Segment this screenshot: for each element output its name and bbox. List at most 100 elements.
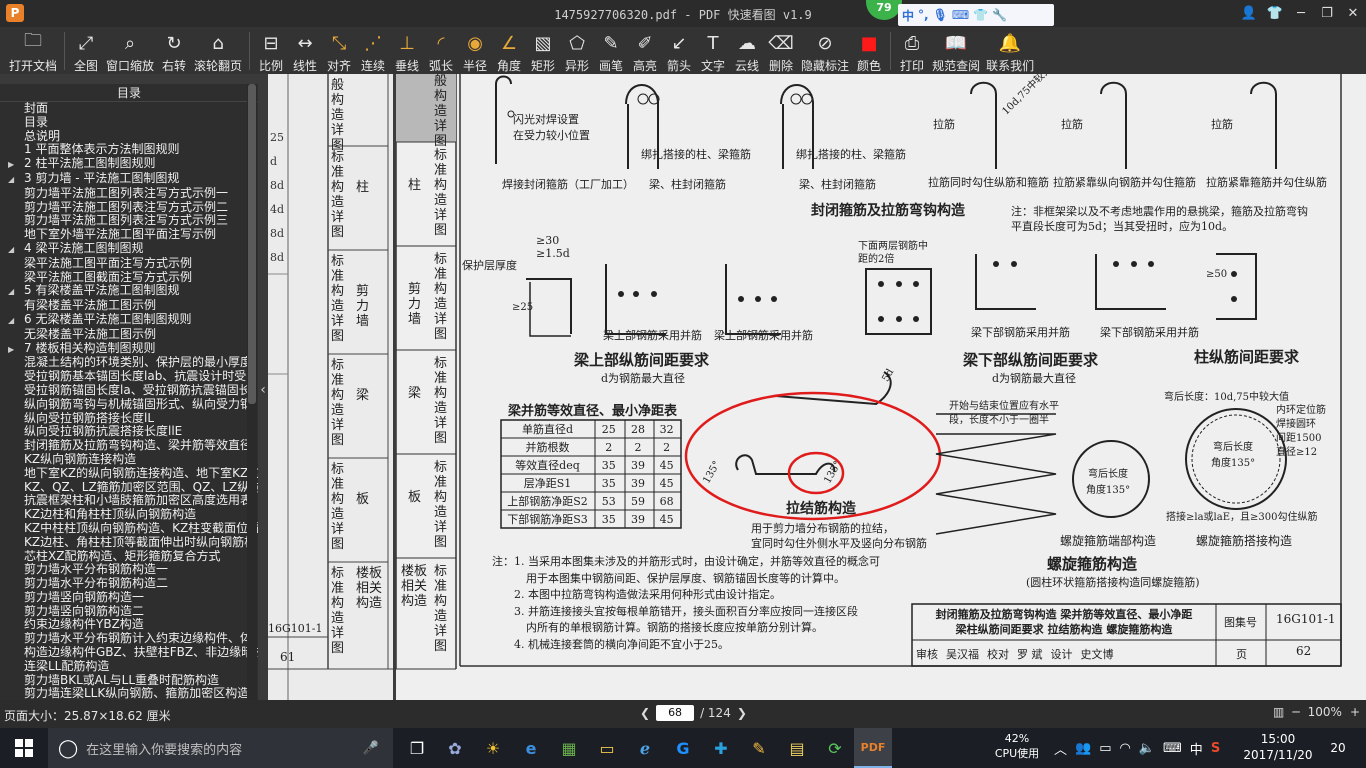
toc-item[interactable]: KZ边柱和角柱柱顶纵向钢筋构造 bbox=[0, 508, 258, 522]
toc-item[interactable]: 地下室外墙平法施工图平面注写示例 bbox=[0, 228, 258, 242]
wifi-icon[interactable]: ◠ bbox=[1120, 741, 1131, 756]
volume-icon[interactable]: 🔈 bbox=[1139, 741, 1155, 756]
toc-item[interactable]: ▶ 7 楼板相关构造制图规则 bbox=[0, 342, 258, 357]
toc-item[interactable]: 约束边缘构件YBZ构造 bbox=[0, 618, 258, 632]
tray-expand-icon[interactable]: ︿ bbox=[1054, 739, 1067, 758]
toolbar-hide-eye-button[interactable]: ⊘ 隐藏标注 bbox=[798, 27, 852, 74]
collapse-sidebar-icon[interactable]: ‹ bbox=[258, 370, 268, 410]
toc-item[interactable]: 纵向钢筋弯钩与机械锚固形式、纵向受力钢 bbox=[0, 398, 258, 412]
microphone-icon[interactable]: 🎤 bbox=[363, 741, 379, 756]
collapse-arrow-icon[interactable]: ◢ bbox=[8, 314, 24, 328]
network-app-icon[interactable]: ✚ bbox=[702, 728, 740, 768]
toc-item[interactable]: 梁平法施工图平面注写方式示例 bbox=[0, 257, 258, 271]
toolbar-rectangle-button[interactable]: ▧ 矩形 bbox=[526, 27, 560, 74]
toolbar-highlighter-button[interactable]: ✐ 高亮 bbox=[628, 27, 662, 74]
toc-item[interactable]: 无梁楼盖平法施工图示例 bbox=[0, 328, 258, 342]
toc-scrollbar[interactable] bbox=[247, 84, 257, 700]
pinwheel-app-icon[interactable]: ✿ bbox=[436, 728, 474, 768]
toc-scrollbar-thumb[interactable] bbox=[248, 84, 256, 404]
toc-item[interactable]: 芯柱XZ配筋构造、矩形箍筋复合方式 bbox=[0, 550, 258, 564]
toolbar-printer-button[interactable]: ⎙ 打印 bbox=[895, 27, 929, 74]
maximize-button[interactable]: ❐ bbox=[1314, 0, 1340, 27]
toc-item[interactable]: KZ、QZ、LZ箍筋加密区范围、QZ、LZ纵向钢 bbox=[0, 481, 258, 495]
ime-microphone-icon[interactable]: 🎙 bbox=[933, 8, 948, 22]
toc-item[interactable]: 1 平面整体表示方法制图规则 bbox=[0, 143, 258, 157]
toc-item[interactable]: 剪力墙平法施工图列表注写方式示例二 bbox=[0, 201, 258, 215]
toc-item[interactable]: ◢ 4 梁平法施工图制图规 bbox=[0, 242, 258, 257]
toolbar-angle-button[interactable]: ∠ 角度 bbox=[492, 27, 526, 74]
toc-item[interactable]: 纵向受拉钢筋抗震搭接长度llE bbox=[0, 425, 258, 439]
minimize-button[interactable]: ─ bbox=[1288, 0, 1314, 27]
start-button[interactable] bbox=[0, 728, 48, 768]
toc-item[interactable]: KZ边柱、角柱柱顶等截面伸出时纵向钢筋构 bbox=[0, 536, 258, 550]
toc-item[interactable]: 剪力墙竖向钢筋构造二 bbox=[0, 605, 258, 619]
toolbar-fit-all-button[interactable]: ⤢ 全图 bbox=[69, 27, 103, 74]
toc-item[interactable]: 混凝土结构的环境类别、保护层的最小厚度 bbox=[0, 356, 258, 370]
toolbar-book-button[interactable]: 📖 规范查阅 bbox=[929, 27, 983, 74]
g-app-icon[interactable]: G bbox=[664, 728, 702, 768]
sogou-icon[interactable]: S bbox=[1211, 741, 1220, 756]
document-view[interactable]: 25 d 8d 4d 8d 8d 般构造详图 标准构造详图 标准构造详图 标准构造详图… bbox=[268, 74, 1366, 700]
ie-browser-icon[interactable]: ℯ bbox=[626, 728, 664, 768]
page-number-input[interactable]: 68 bbox=[656, 705, 695, 721]
toc-item[interactable]: KZ纵向钢筋连接构造 bbox=[0, 453, 258, 467]
toolbar-eraser-button[interactable]: ⌫ 删除 bbox=[764, 27, 798, 74]
toolbar-contact-button[interactable]: 🔔 联系我们 bbox=[983, 27, 1037, 74]
collapse-arrow-icon[interactable]: ◢ bbox=[8, 243, 24, 257]
toolbar-aligned-measure-button[interactable]: ⤡ 对齐 bbox=[322, 27, 356, 74]
toolbar-arrow-button[interactable]: ↙ 箭头 bbox=[662, 27, 696, 74]
next-page-button[interactable]: ❯ bbox=[737, 706, 747, 720]
notes-app-icon[interactable]: ✎ bbox=[740, 728, 778, 768]
toolbar-folder-button[interactable]: 🗀 打开文档 bbox=[6, 27, 60, 74]
keyboard-icon[interactable]: ⌨ bbox=[1163, 741, 1182, 756]
toc-item[interactable]: 剪力墙竖向钢筋构造一 bbox=[0, 591, 258, 605]
toolbar-cloud-button[interactable]: ☁ 云线 bbox=[730, 27, 764, 74]
toc-item[interactable]: 地下室KZ的纵向钢筋连接构造、地下室KZ的 bbox=[0, 467, 258, 481]
toc-item[interactable]: ◢ 3 剪力墙 - 平法施工图制图规 bbox=[0, 172, 258, 187]
people-icon[interactable]: 👥 bbox=[1075, 741, 1091, 756]
toc-item[interactable]: 纵向受拉钢筋搭接长度lL bbox=[0, 412, 258, 426]
edge-browser-icon[interactable]: e bbox=[512, 728, 550, 768]
weather-app-icon[interactable]: ☀ bbox=[474, 728, 512, 768]
zoom-out-button[interactable]: ─ bbox=[1292, 705, 1299, 719]
refresh-app-icon[interactable]: ⟳ bbox=[816, 728, 854, 768]
toolbar-perpendicular-button[interactable]: ⊥ 垂线 bbox=[390, 27, 424, 74]
toc-item[interactable]: 剪力墙平法施工图列表注写方式示例一 bbox=[0, 187, 258, 201]
toc-item[interactable]: 抗震框架柱和小墙肢箍筋加密区高度选用表 bbox=[0, 494, 258, 508]
ime-punctuation-icon[interactable]: °, bbox=[918, 8, 929, 22]
store-icon[interactable]: ▦ bbox=[550, 728, 588, 768]
toolbar-radius-button[interactable]: ◉ 半径 bbox=[458, 27, 492, 74]
toolbar-mouse-wheel-button[interactable]: ⌂ 滚轮翻页 bbox=[191, 27, 245, 74]
toolbar-rotate-right-button[interactable]: ↻ 右转 bbox=[157, 27, 191, 74]
toc-item[interactable]: 构造边缘构件GBZ、扶壁柱FBZ、非边缘暗柱 bbox=[0, 646, 258, 660]
clock[interactable]: 15:00 2017/11/20 bbox=[1238, 731, 1318, 763]
toc-item[interactable]: 剪力墙水平分布钢筋构造二 bbox=[0, 577, 258, 591]
toolbar-scale-button[interactable]: ⊟ 比例 bbox=[254, 27, 288, 74]
toc-item[interactable]: 总说明 bbox=[0, 130, 258, 144]
prev-page-button[interactable]: ❮ bbox=[640, 706, 650, 720]
toc-item[interactable]: 封闭箍筋及拉筋弯钩构造、梁并筋等效直径 bbox=[0, 439, 258, 453]
toc-item[interactable]: ◢ 5 有梁楼盖平法施工图制图规 bbox=[0, 284, 258, 299]
zoom-in-button[interactable]: + bbox=[1350, 705, 1360, 719]
toc-item[interactable]: 梁平法施工图截面注写方式示例 bbox=[0, 271, 258, 285]
toc-item[interactable]: 剪力墙BKL或AL与LL重叠时配筋构造 bbox=[0, 674, 258, 688]
user-icon[interactable]: 👤 bbox=[1236, 0, 1262, 27]
toc-item[interactable]: KZ中柱柱顶纵向钢筋构造、KZ柱变截面位置 bbox=[0, 522, 258, 536]
toc-item[interactable]: 剪力墙水平分布钢筋构造一 bbox=[0, 563, 258, 577]
battery-icon[interactable]: ▭ bbox=[1099, 741, 1111, 756]
toc-item[interactable]: 连梁LL配筋构造 bbox=[0, 660, 258, 674]
ime-toolbar[interactable]: 中 °, 🎙 ⌨ 👕 🔧 bbox=[898, 4, 1054, 26]
toolbar-pen-button[interactable]: ✎ 画笔 bbox=[594, 27, 628, 74]
expand-arrow-icon[interactable]: ▶ bbox=[8, 158, 24, 172]
toc-item[interactable]: 受拉钢筋基本锚固长度lab、抗震设计时受 bbox=[0, 370, 258, 384]
toc-item[interactable]: ▶ 2 柱平法施工图制图规则 bbox=[0, 157, 258, 172]
notification-center-icon[interactable]: 20 bbox=[1324, 734, 1352, 762]
toolbar-arc-length-button[interactable]: ◜ 弧长 bbox=[424, 27, 458, 74]
toc-item[interactable]: 目录 bbox=[0, 116, 258, 130]
toc-item[interactable]: 剪力墙平法施工图列表注写方式示例三 bbox=[0, 214, 258, 228]
ime-keyboard-icon[interactable]: ⌨ bbox=[952, 8, 969, 22]
pdf-viewer-task-icon[interactable]: PDF bbox=[854, 728, 892, 768]
toolbar-text-button[interactable]: T 文字 bbox=[696, 27, 730, 74]
toc-item[interactable]: 封面 bbox=[0, 102, 258, 116]
toolbar-polygon-button[interactable]: ⬠ 异形 bbox=[560, 27, 594, 74]
